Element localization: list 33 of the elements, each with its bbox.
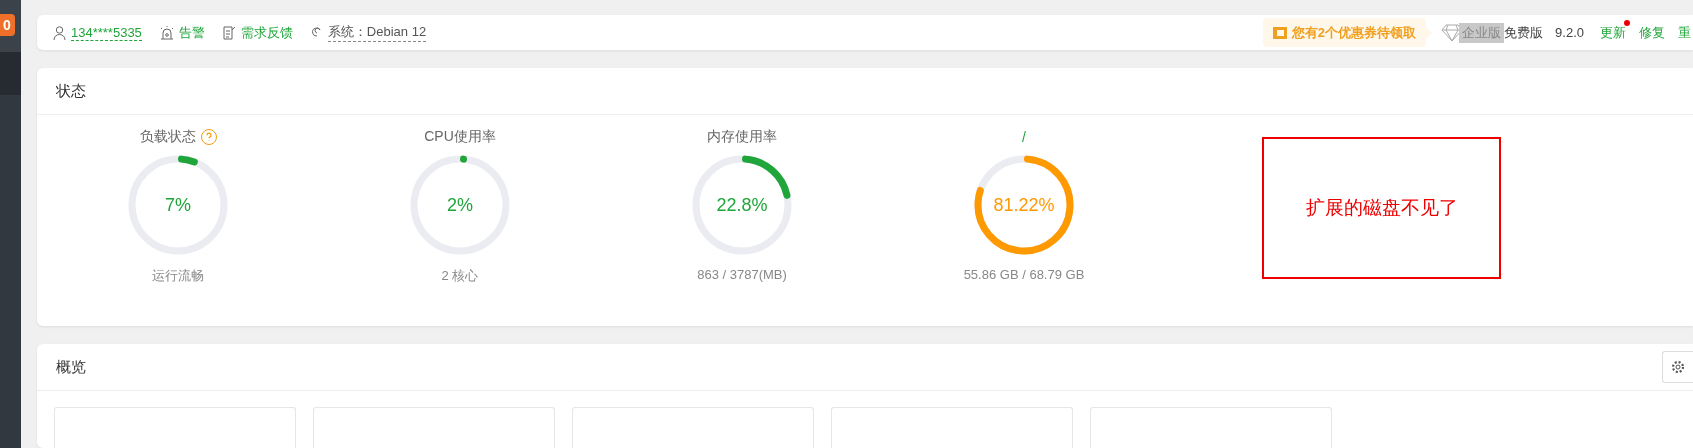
edition-label: 免费版 xyxy=(1504,23,1544,42)
settings-button[interactable] xyxy=(1662,351,1693,383)
toolbar-link[interactable]: 需求反馈 xyxy=(240,23,293,42)
document-icon xyxy=(222,25,236,40)
gauge-title: CPU使用率 xyxy=(424,128,496,146)
settings-icon xyxy=(1671,360,1685,374)
enterprise-badge[interactable]: 企业版 xyxy=(1459,22,1505,43)
action-link[interactable]: 重 xyxy=(1678,23,1691,42)
gauge-title: / xyxy=(1022,129,1026,145)
gauge-caption: 运行流畅 xyxy=(152,267,204,285)
section-title: 概览 xyxy=(56,357,86,377)
alarm-icon xyxy=(159,25,174,40)
gauge-caption: 863 / 3787(MB) xyxy=(697,267,787,282)
version-label: 9.2.0 xyxy=(1555,25,1584,40)
gauge-value: 22.8% xyxy=(716,194,768,216)
gauge-title: 内存使用率 xyxy=(707,128,777,146)
gauge-value: 81.22% xyxy=(993,194,1055,216)
gauge-title: 负载状态 xyxy=(139,128,196,146)
toolbar-link[interactable]: 告警 xyxy=(178,23,205,42)
annotation-text: 扩展的磁盘不见了 xyxy=(1305,196,1458,220)
system-info: 系统：Debian 12 xyxy=(327,23,427,42)
gauge-value: 2% xyxy=(447,194,473,216)
action-link[interactable]: 更新 xyxy=(1600,23,1626,42)
gauge-caption: 55.86 GB / 68.79 GB xyxy=(963,267,1085,282)
section-title: 状态 xyxy=(56,81,86,101)
coupon-icon xyxy=(1272,26,1287,39)
user-link[interactable]: 134****5335 xyxy=(71,24,142,41)
action-link[interactable]: 修复 xyxy=(1639,23,1665,42)
gauge-caption: 2 核心 xyxy=(441,267,479,285)
count-badge: 0 xyxy=(0,14,15,36)
swirl-icon xyxy=(310,26,323,39)
gauge-value: 7% xyxy=(165,194,191,216)
user-icon xyxy=(53,25,66,40)
